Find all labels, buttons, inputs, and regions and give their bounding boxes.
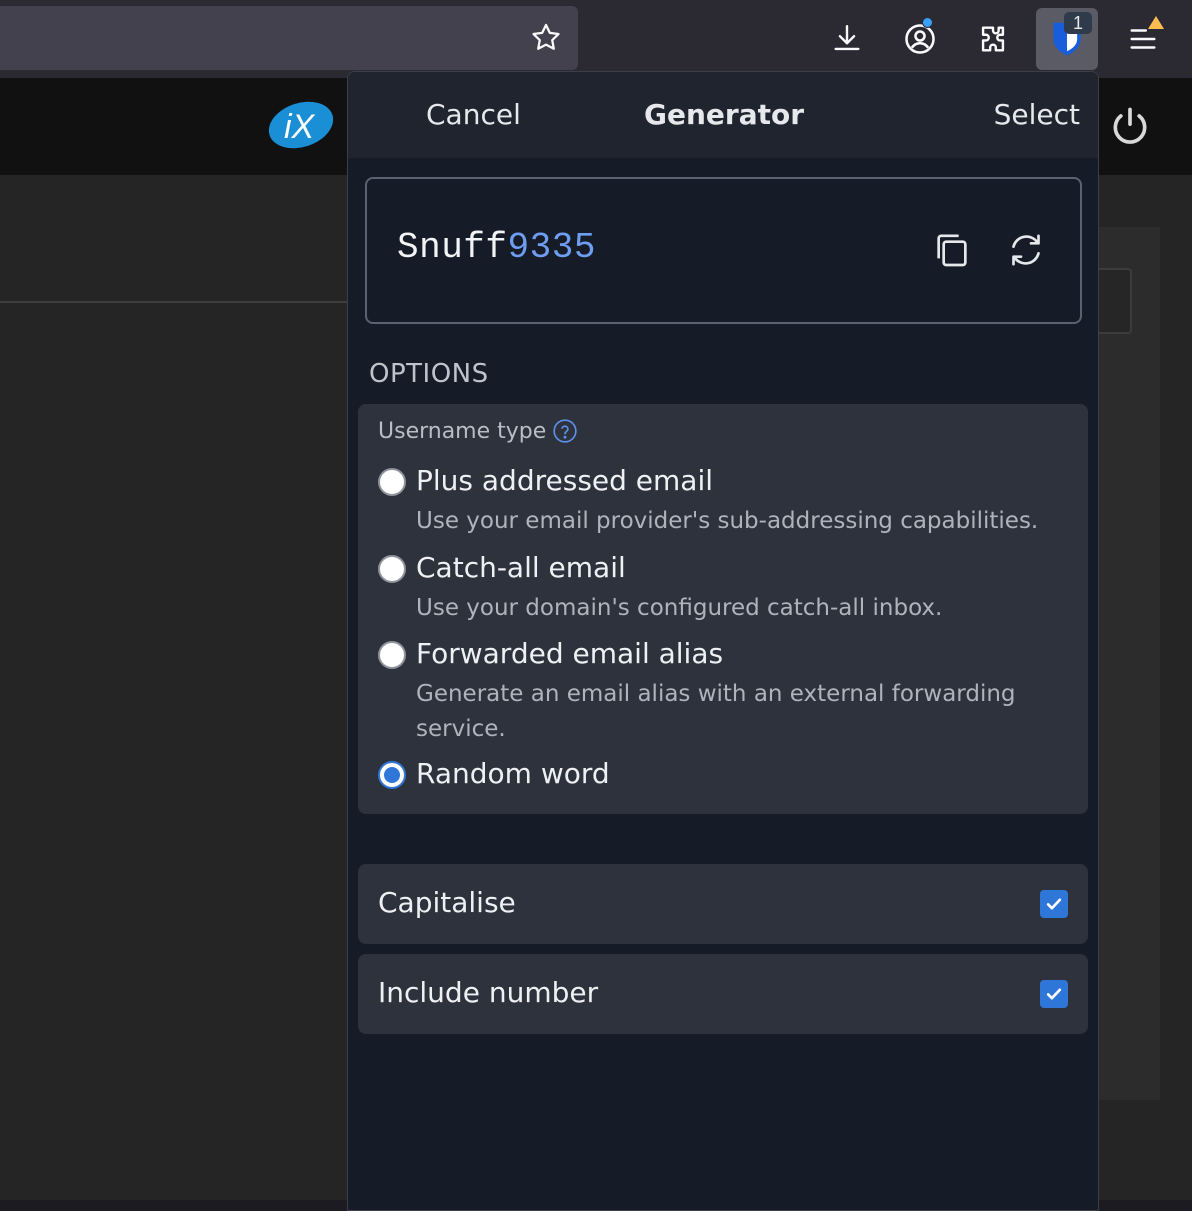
account-icon[interactable] [889, 8, 951, 70]
generated-word: Snuff [397, 227, 508, 268]
include-number-label: Include number [378, 976, 599, 1009]
extensions-icon[interactable] [962, 8, 1024, 70]
page-divider [0, 301, 350, 303]
radio-button[interactable] [378, 468, 406, 496]
bitwarden-extension-button[interactable]: 1 [1036, 8, 1098, 70]
update-warning-icon [1148, 16, 1164, 29]
extension-badge: 1 [1064, 12, 1092, 34]
capitalise-option[interactable]: Capitalise [358, 864, 1088, 944]
svg-text:iX: iX [284, 108, 316, 146]
bookmark-star-icon[interactable] [522, 16, 570, 60]
notification-dot [922, 17, 933, 28]
radio-button-selected[interactable] [378, 761, 406, 789]
generated-username-box: Snuff9335 [365, 177, 1082, 324]
radio-description: Use your email provider's sub-addressing… [416, 508, 1039, 534]
popup-header: Cancel Generator Select [348, 72, 1098, 158]
radio-title: Catch-all email [416, 551, 626, 584]
generator-popup: Cancel Generator Select Snuff9335 OPTION… [347, 71, 1099, 1211]
username-type-label: Username type [378, 418, 578, 444]
power-icon[interactable] [1108, 104, 1152, 148]
checkmark-icon [1046, 988, 1062, 1000]
username-type-text: Username type [378, 418, 547, 444]
include-number-checkbox[interactable] [1040, 980, 1068, 1008]
site-logo: iX [268, 101, 334, 149]
include-number-option[interactable]: Include number [358, 954, 1088, 1034]
help-icon[interactable] [552, 418, 578, 444]
url-bar[interactable] [0, 6, 578, 70]
options-heading: OPTIONS [369, 359, 489, 389]
page-input[interactable] [1098, 268, 1132, 334]
menu-icon[interactable] [1112, 8, 1174, 70]
username-type-card: Username type Plus addressed email Use y… [358, 404, 1088, 814]
radio-button[interactable] [378, 555, 406, 583]
page-card [1098, 227, 1160, 1100]
browser-toolbar: 1 [0, 0, 1192, 78]
copy-icon[interactable] [927, 225, 977, 275]
radio-description: Generate an email alias with an external… [416, 681, 1016, 742]
regenerate-icon[interactable] [1001, 225, 1051, 275]
radio-title: Random word [416, 757, 610, 790]
page-title: Generator [643, 98, 805, 131]
radio-title: Forwarded email alias [416, 637, 724, 670]
capitalise-checkbox[interactable] [1040, 890, 1068, 918]
generated-number: 9335 [507, 227, 596, 268]
radio-title: Plus addressed email [416, 464, 714, 497]
radio-button[interactable] [378, 641, 406, 669]
downloads-icon[interactable] [816, 8, 878, 70]
generated-username: Snuff9335 [397, 227, 596, 268]
select-button[interactable]: Select [994, 98, 1080, 131]
radio-description: Use your domain's configured catch-all i… [416, 595, 943, 621]
capitalise-label: Capitalise [378, 886, 516, 919]
checkmark-icon [1046, 898, 1062, 910]
